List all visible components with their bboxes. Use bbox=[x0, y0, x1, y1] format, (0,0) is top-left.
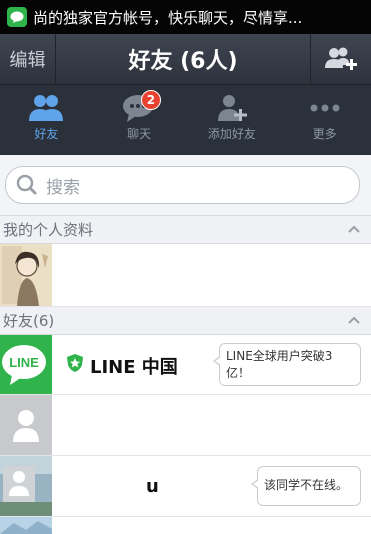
tab-chat-label: 聊天 bbox=[127, 127, 152, 141]
list-item[interactable] bbox=[0, 517, 371, 534]
search-area: 搜索 bbox=[0, 155, 371, 216]
tab-chat[interactable]: 2 聊天 bbox=[93, 85, 186, 155]
avatar bbox=[0, 456, 52, 516]
more-icon bbox=[310, 104, 340, 112]
tab-add-friend[interactable]: 添加好友 bbox=[186, 85, 279, 155]
tab-add-friend-label: 添加好友 bbox=[207, 127, 256, 141]
friends-icon bbox=[29, 95, 64, 121]
section-title-friends: 好友(6) bbox=[3, 312, 55, 330]
chevron-up-icon bbox=[348, 225, 360, 233]
official-shield-icon bbox=[67, 354, 83, 372]
avatar bbox=[0, 517, 52, 534]
status-bar: 尚的独家官方帐号，快乐聊天，尽情享... bbox=[0, 0, 371, 34]
friend-name: u bbox=[146, 476, 159, 497]
svg-text:LINE: LINE bbox=[9, 355, 39, 370]
list-item[interactable]: LINE LINE 中国 LINE全球用户突破3亿！ bbox=[0, 335, 371, 395]
tab-more-label: 更多 bbox=[312, 127, 337, 141]
section-title-profile: 我的个人资料 bbox=[3, 221, 94, 239]
add-user-icon bbox=[325, 47, 357, 70]
line-logo-avatar: LINE bbox=[0, 335, 52, 394]
list-item[interactable]: u 该同学不在线。 bbox=[0, 456, 371, 517]
unread-badge: 2 bbox=[140, 90, 161, 110]
search-input[interactable]: 搜索 bbox=[5, 166, 360, 204]
notification-text: 尚的独家官方帐号，快乐聊天，尽情享... bbox=[33, 8, 303, 27]
status-message-bubble: LINE全球用户突破3亿！ bbox=[213, 343, 361, 386]
avatar bbox=[0, 244, 52, 306]
page-title: 好友 (6人) bbox=[128, 49, 238, 74]
chevron-up-icon bbox=[348, 316, 360, 324]
section-header-friends[interactable]: 好友(6) bbox=[0, 307, 371, 335]
friend-name: LINE 中国 bbox=[90, 357, 178, 378]
tab-friends[interactable]: 好友 bbox=[0, 85, 93, 155]
profile-row[interactable] bbox=[0, 244, 371, 307]
add-friend-button[interactable] bbox=[310, 34, 371, 84]
status-message-bubble: 该同学不在线。 bbox=[251, 466, 361, 506]
list-item[interactable] bbox=[0, 395, 371, 456]
edit-button[interactable]: 编辑 bbox=[0, 34, 56, 84]
tab-bar: 好友 2 聊天 添加好友 更多 bbox=[0, 85, 371, 155]
tab-more[interactable]: 更多 bbox=[278, 85, 371, 155]
search-icon bbox=[16, 174, 37, 195]
tab-friends-label: 好友 bbox=[34, 127, 59, 141]
search-placeholder: 搜索 bbox=[46, 177, 80, 198]
title-bar: 编辑 好友 (6人) bbox=[0, 34, 371, 85]
add-friend-icon bbox=[217, 95, 247, 121]
section-header-profile[interactable]: 我的个人资料 bbox=[0, 216, 371, 244]
default-avatar-icon bbox=[0, 395, 52, 455]
line-app-icon bbox=[7, 7, 27, 27]
